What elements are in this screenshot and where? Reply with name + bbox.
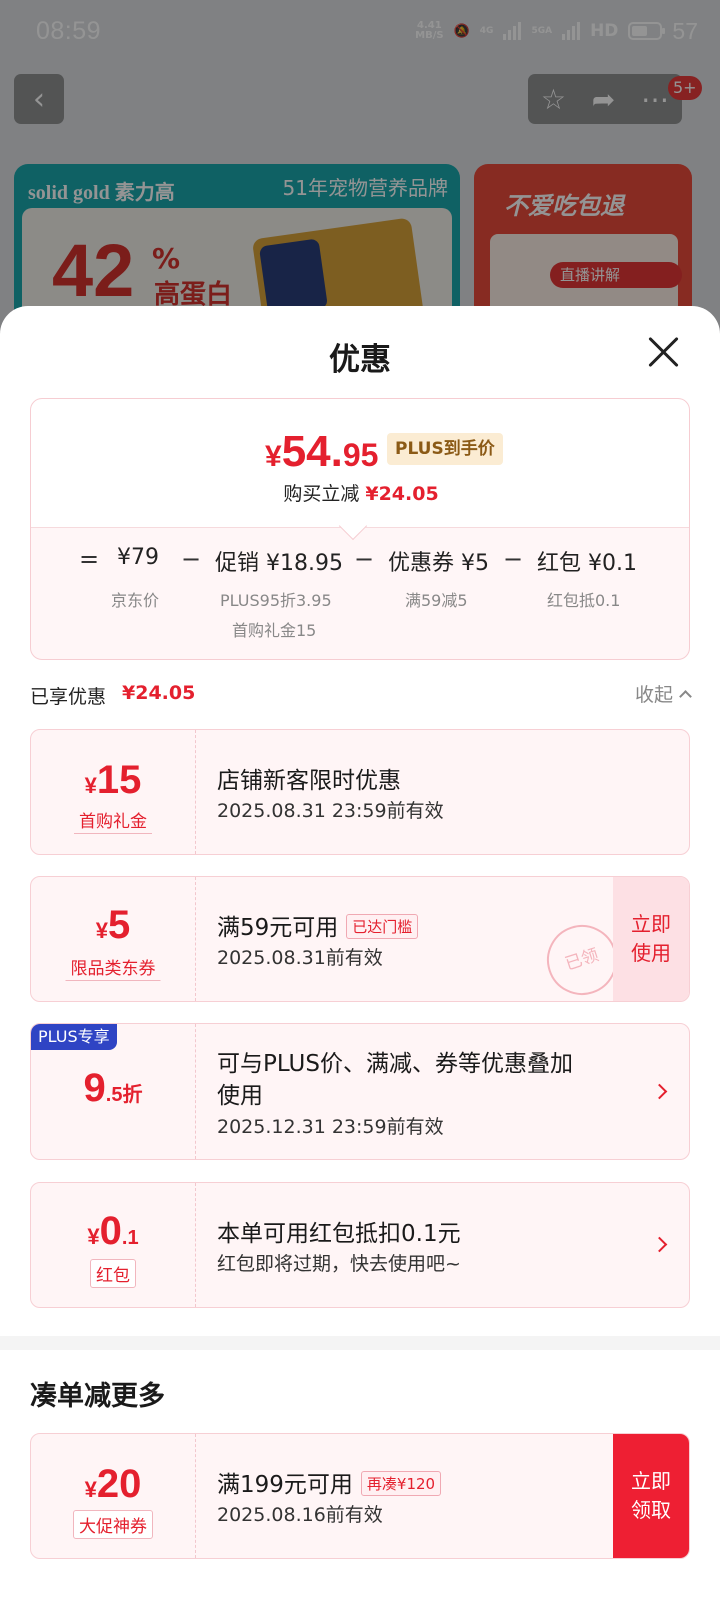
threshold-met-badge: 已达门槛 — [346, 914, 419, 939]
minus-sign: − — [354, 545, 375, 573]
coupon-validity: 2025.08.31 23:59前有效 — [217, 800, 444, 822]
coupon-title-line1: 可与PLUS价、满减、券等优惠叠加 — [217, 1051, 573, 1077]
minus-sign: − — [181, 545, 202, 573]
use-now-button[interactable]: 立即 使用 — [613, 877, 689, 1001]
coupon-separator — [195, 1434, 196, 1558]
coupon-amount: ¥0.1 — [87, 1209, 139, 1253]
chevron-right-icon[interactable] — [651, 1236, 668, 1253]
promo-sub-gift: 首购礼金15 — [232, 621, 317, 640]
plus-price-tag: PLUS到手价 — [387, 433, 503, 465]
price-notch — [338, 511, 368, 541]
price-summary-box: ¥54.95 PLUS到手价 购买立减 ¥24.05 = ¥79 京东价 − 促销… — [30, 398, 690, 660]
coupon-validity: 2025.08.31前有效 — [217, 947, 383, 969]
collapse-button[interactable]: 收起 — [635, 680, 692, 707]
coupon-validity: 红包即将过期，快去使用吧~ — [217, 1253, 461, 1275]
coupon-card-new-customer[interactable]: ¥15 首购礼金 店铺新客限时优惠 2025.08.31 23:59前有效 — [30, 729, 690, 855]
instant-reduction: 购买立减 ¥24.05 — [283, 483, 439, 505]
close-icon[interactable] — [644, 332, 684, 372]
chevron-up-icon — [679, 690, 692, 703]
price-breakdown: = ¥79 京东价 − 促销 ¥18.95 PLUS95折3.95 首购礼金15… — [31, 545, 689, 655]
coupon-title: 店铺新客限时优惠 — [217, 768, 401, 794]
coupon-card-category[interactable]: ¥5 限品类东券 满59元可用 已达门槛 2025.08.31前有效 已领 立即使… — [30, 876, 690, 1002]
coupon-card-big-promo[interactable]: ¥20 大促神券 满199元可用 再凑¥120 2025.08.16前有效 立即领… — [30, 1433, 690, 1559]
equals-sign: = — [79, 545, 100, 573]
coupon-title: 满199元可用 再凑¥120 — [217, 1465, 442, 1499]
sheet-title: 优惠 — [329, 342, 391, 378]
base-price-value: ¥79 — [117, 545, 159, 570]
coupon-tag: 红包 — [90, 1259, 136, 1288]
add-more-badge: 再凑¥120 — [360, 1471, 442, 1496]
coupon-amount: ¥15 — [84, 758, 142, 802]
enjoyed-discount-row: 已享优惠 ¥24.05 收起 — [30, 680, 692, 710]
coupon-tag: 大促神券 — [73, 1510, 153, 1539]
coupon-amount: 9.5折 — [83, 1066, 143, 1110]
coupon-amount-panel: 9.5折 — [31, 1024, 195, 1159]
section-divider — [0, 1336, 720, 1350]
coupon-value: 优惠券 ¥5 — [388, 551, 489, 576]
minus-sign: − — [503, 545, 524, 573]
plus-discount-card[interactable]: PLUS专享 9.5折 可与PLUS价、满减、券等优惠叠加 使用 2025.12… — [30, 1023, 690, 1160]
coupon-amount: ¥20 — [84, 1462, 142, 1506]
promo-sub-plus: PLUS95折3.95 — [220, 591, 332, 610]
coupon-title: 满59元可用 已达门槛 — [217, 908, 419, 942]
promo-value: 促销 ¥18.95 — [215, 551, 343, 576]
coupon-separator — [195, 1024, 196, 1159]
coupon-amount-panel: ¥5 限品类东券 — [31, 877, 195, 1001]
coupon-separator — [195, 1183, 196, 1307]
redpack-card[interactable]: ¥0.1 红包 本单可用红包抵扣0.1元 红包即将过期，快去使用吧~ — [30, 1182, 690, 1308]
redpack-sub: 红包抵0.1 — [547, 591, 621, 610]
coupon-validity: 2025.12.31 23:59前有效 — [217, 1116, 444, 1138]
claim-now-button[interactable]: 立即 领取 — [613, 1434, 689, 1558]
coupon-amount-panel: ¥0.1 红包 — [31, 1183, 195, 1307]
final-price: ¥54.95 — [265, 427, 379, 476]
coupon-amount-panel: ¥20 大促神券 — [31, 1434, 195, 1558]
redpack-value: 红包 ¥0.1 — [537, 551, 637, 576]
coupon-amount: ¥5 — [95, 903, 131, 947]
coupon-amount-panel: ¥15 首购礼金 — [31, 730, 195, 854]
chevron-right-icon[interactable] — [651, 1083, 668, 1100]
coupon-title: 本单可用红包抵扣0.1元 — [217, 1221, 461, 1247]
coupon-separator — [195, 730, 196, 854]
coupon-validity: 2025.08.16前有效 — [217, 1504, 383, 1526]
more-deals-title: 凑单减更多 — [30, 1381, 165, 1412]
enjoyed-label: 已享优惠 — [30, 686, 107, 708]
coupon-tag: 限品类东券 — [65, 953, 161, 981]
discount-sheet: 优惠 ¥54.95 PLUS到手价 购买立减 ¥24.05 = ¥79 京东价 −… — [0, 306, 720, 1600]
enjoyed-amount: ¥24.05 — [122, 682, 196, 704]
base-price-label: 京东价 — [111, 591, 160, 610]
coupon-tag: 首购礼金 — [74, 806, 152, 834]
coupon-title-line2: 使用 — [217, 1083, 263, 1109]
coupon-separator — [195, 877, 196, 1001]
coupon-sub: 满59减5 — [405, 591, 468, 610]
